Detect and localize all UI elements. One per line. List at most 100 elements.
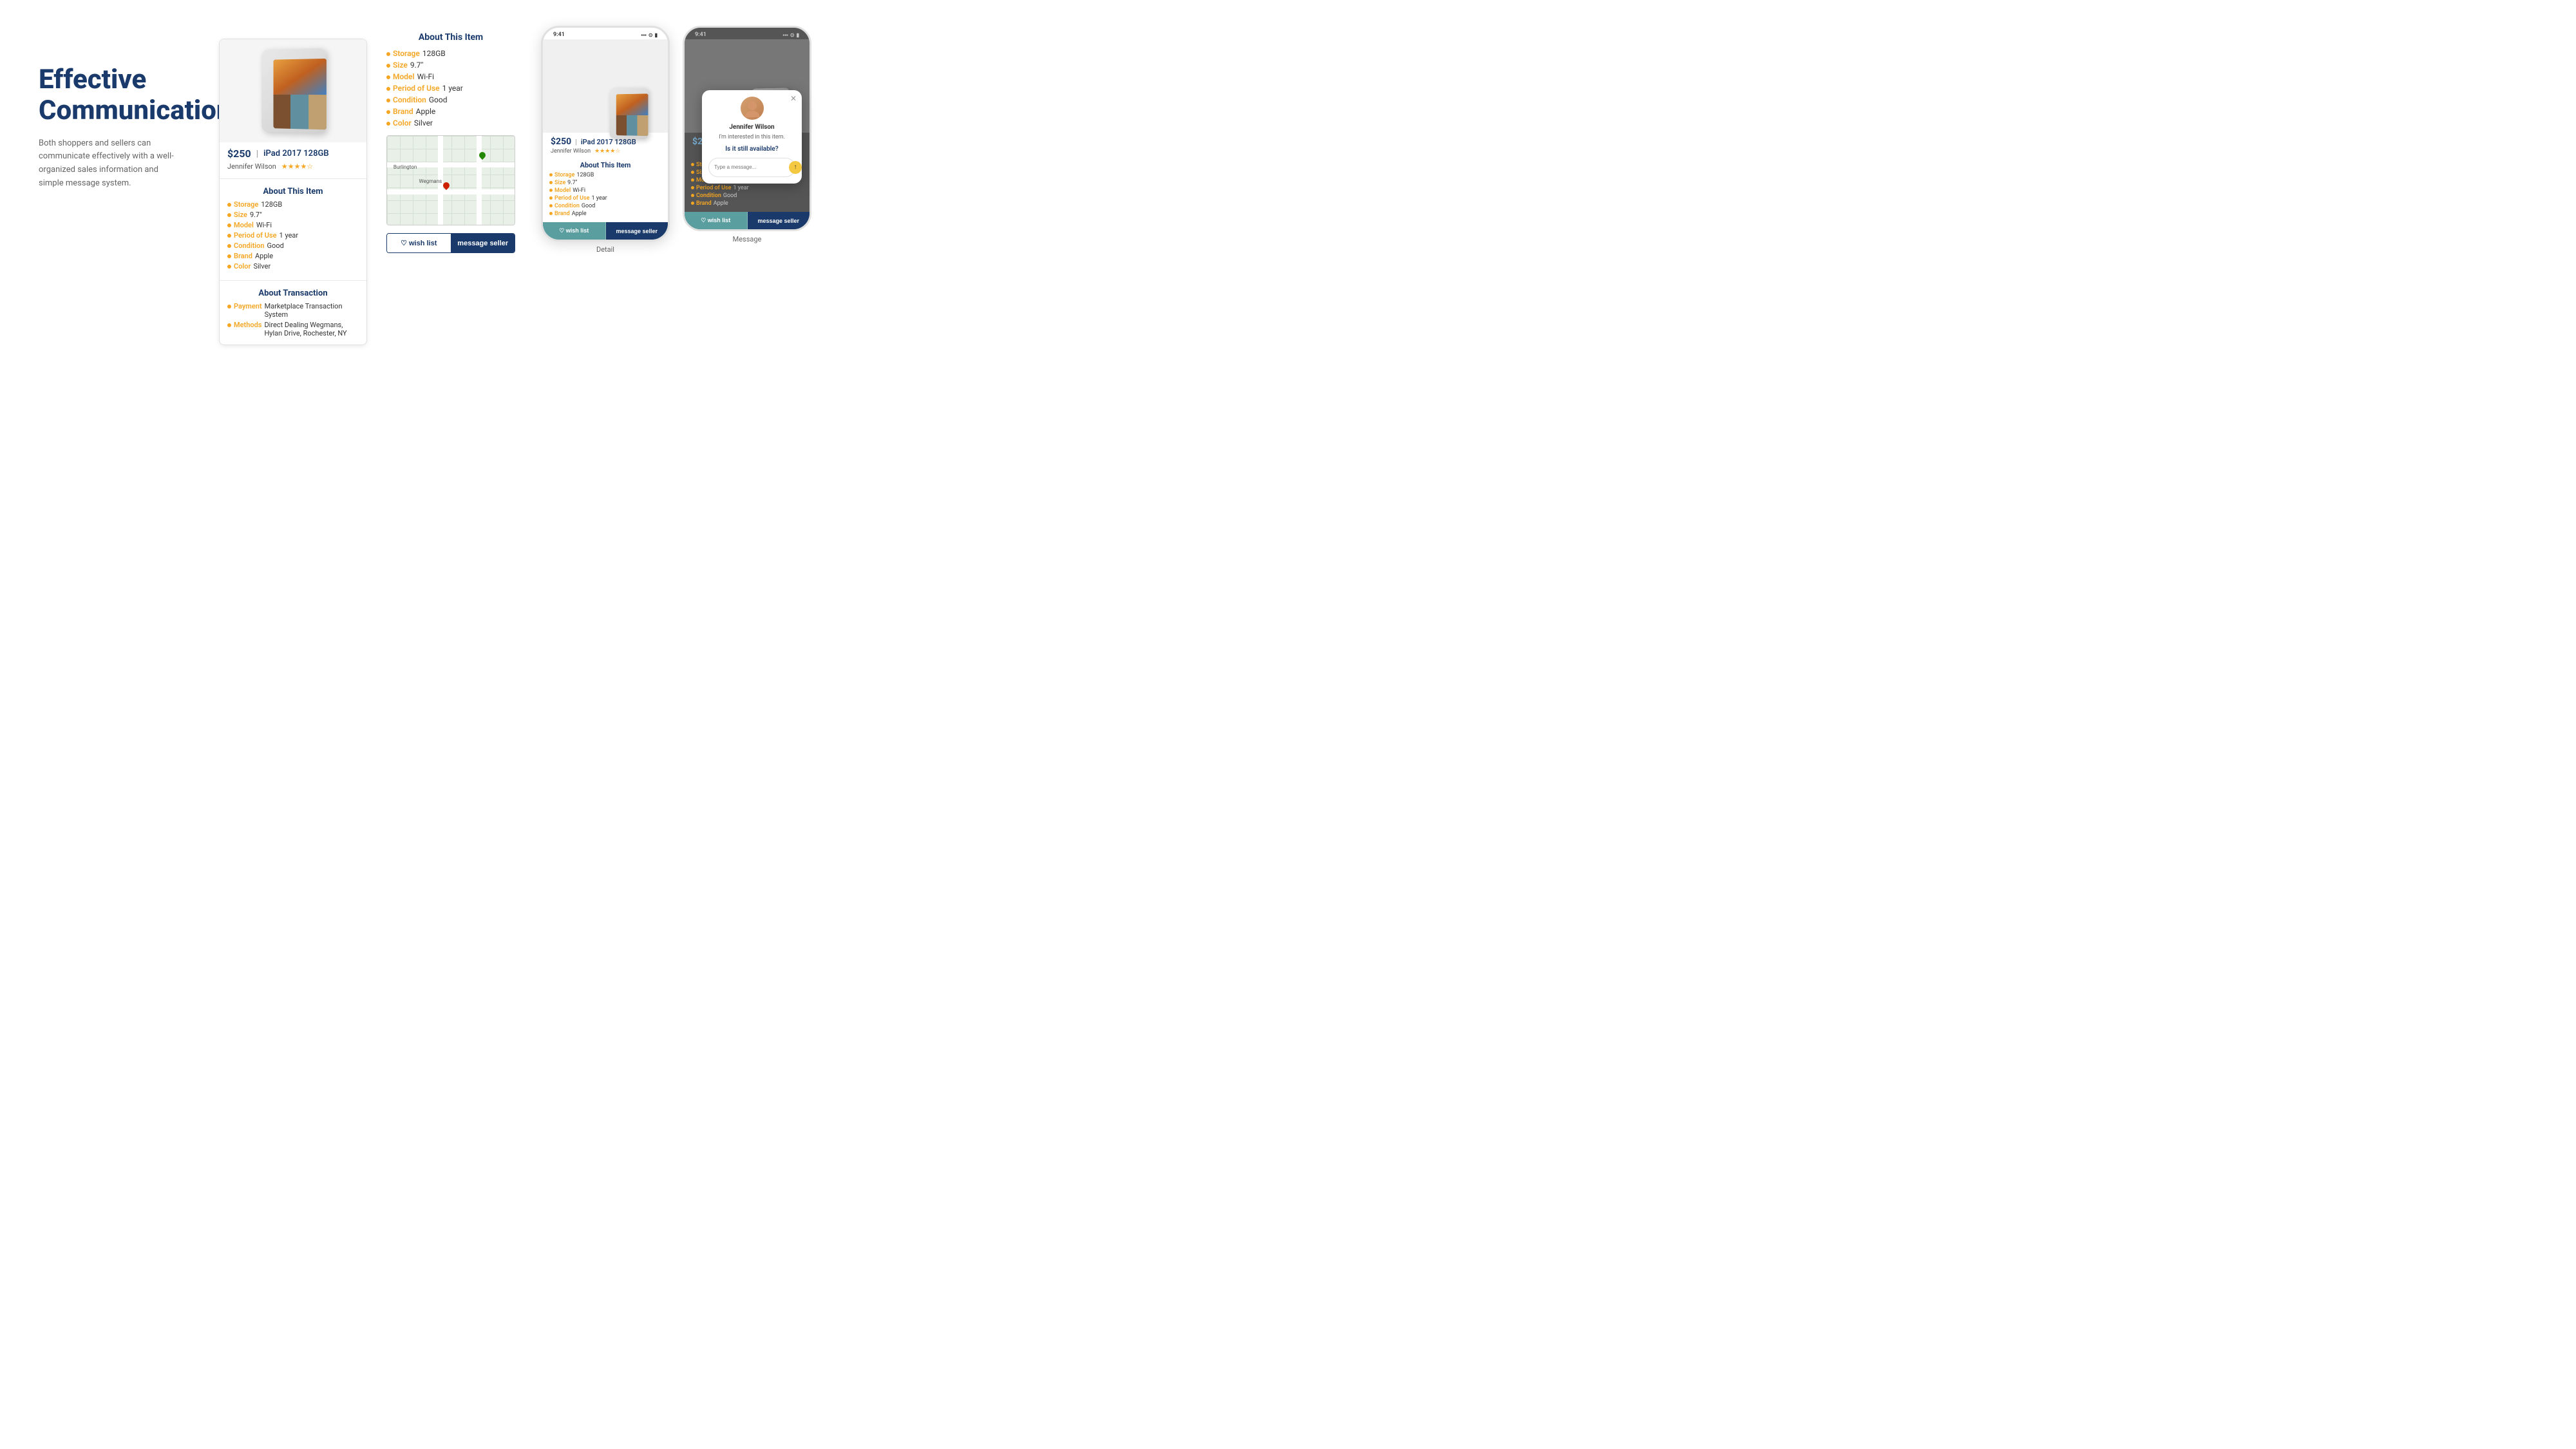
bullet	[549, 196, 553, 200]
ipad-body	[261, 48, 326, 134]
bullet	[386, 64, 390, 68]
bullet	[227, 203, 231, 207]
panel-val-size: 9.7"	[410, 61, 424, 70]
val: 1 year	[591, 195, 607, 202]
attr-key-payment: Payment	[234, 302, 262, 310]
phones-section: 9:41 ▪▪▪ ⊙ ▮	[541, 26, 811, 254]
phone-wishlist-button[interactable]: ♡ wish list	[543, 222, 606, 240]
phone-message-label: Message	[733, 235, 762, 243]
phone-stars: ★★★★☆	[594, 148, 620, 155]
panel-about-item-title: About This Item	[386, 32, 515, 43]
bullet	[691, 186, 694, 189]
thumb2	[627, 115, 638, 135]
val: 9.7"	[567, 180, 577, 186]
wishlist-button[interactable]: ♡ wish list	[387, 234, 451, 252]
bullet	[691, 163, 694, 166]
phone-detail-label: Detail	[596, 245, 614, 254]
transaction-attributes-list: Payment Marketplace Transaction System M…	[220, 302, 366, 345]
separator	[220, 178, 366, 179]
phone-attr-condition: Condition Good	[549, 203, 661, 209]
panel-attr-brand: Brand Apple	[386, 107, 515, 116]
bullet	[227, 223, 231, 227]
bullet	[227, 305, 231, 308]
key: Period of Use	[696, 185, 731, 191]
phone-price: $250	[551, 137, 571, 147]
panel-val-period: 1 year	[442, 84, 463, 93]
bullet	[227, 213, 231, 217]
msg-status-bar: 9:41 ▪▪▪ ⊙ ▮	[685, 28, 810, 39]
panel-key-condition: Condition	[393, 95, 426, 104]
popup-send-button[interactable]: ↑	[789, 161, 802, 174]
val: 1 year	[733, 185, 748, 191]
phones-row: 9:41 ▪▪▪ ⊙ ▮	[541, 26, 811, 254]
bullet	[386, 99, 390, 102]
attr-key-methods: Methods	[234, 321, 261, 329]
phone-product-image	[543, 39, 668, 133]
key: Size	[554, 180, 565, 186]
battery-icon: ▮	[655, 32, 658, 38]
msg-status-icons: ▪▪▪ ⊙ ▮	[782, 32, 799, 38]
attr-model: Model Wi-Fi	[227, 221, 359, 229]
val: Wi-Fi	[573, 187, 585, 194]
time: 9:41	[553, 32, 565, 38]
screen-thumb-3	[308, 95, 327, 129]
thumb3	[638, 115, 649, 136]
msg-wishlist-button[interactable]: ♡ wish list	[685, 212, 748, 229]
message-seller-button[interactable]: message seller	[451, 234, 515, 252]
phone-detail-mockup: 9:41 ▪▪▪ ⊙ ▮	[541, 26, 670, 242]
attr-val-model: Wi-Fi	[256, 221, 272, 229]
bullet	[227, 244, 231, 248]
bullet	[386, 87, 390, 91]
bullet	[386, 122, 390, 126]
bullet	[549, 181, 553, 184]
panel-attr-model: Model Wi-Fi	[386, 72, 515, 81]
message-popup: ✕ Jennifer Wilson I'm interested in this…	[702, 90, 802, 184]
attr-methods: Methods Direct Dealing Wegmans, Hylan Dr…	[227, 321, 359, 337]
key: Condition	[696, 193, 721, 199]
attr-val-storage: 128GB	[261, 200, 282, 209]
attr-val-methods: Direct Dealing Wegmans, Hylan Drive, Roc…	[264, 321, 359, 337]
bullet	[691, 202, 694, 205]
send-arrow-icon: ↑	[794, 164, 797, 171]
separator-2	[220, 280, 366, 281]
attr-storage: Storage 128GB	[227, 200, 359, 209]
bullet	[386, 75, 390, 79]
panel-attr-period: Period of Use 1 year	[386, 84, 515, 93]
attr-payment: Payment Marketplace Transaction System	[227, 302, 359, 319]
item-attributes-list: Storage 128GB Size 9.7" Model Wi-Fi Peri…	[220, 200, 366, 278]
msg-attr-period: Period of Use 1 year	[691, 185, 803, 191]
key: Storage	[554, 172, 574, 178]
panel-attr-storage: Storage 128GB	[386, 49, 515, 58]
key: Condition	[554, 203, 580, 209]
phone-attr-size: Size 9.7"	[549, 180, 661, 186]
headline: Effective Communication	[39, 64, 180, 127]
popup-message-text: I'm interested in this item.	[708, 133, 795, 142]
seller-row: Jennifer Wilson ★★★★☆	[220, 162, 366, 176]
screen-bottom	[274, 95, 327, 129]
price: $250	[227, 147, 251, 160]
screen-thumb-1	[274, 95, 291, 129]
attr-color: Color Silver	[227, 262, 359, 270]
msg-message-button[interactable]: message seller	[748, 212, 810, 229]
phone-attr-period: Period of Use 1 year	[549, 195, 661, 202]
popup-close-button[interactable]: ✕	[790, 94, 797, 103]
action-buttons: ♡ wish list message seller	[386, 233, 515, 253]
status-bar: 9:41 ▪▪▪ ⊙ ▮	[543, 28, 668, 39]
popup-message-input[interactable]	[714, 164, 785, 170]
map-label-1: Burlington	[393, 164, 417, 170]
panel-key-model: Model	[393, 72, 415, 81]
phone-ipad-body	[610, 88, 649, 139]
map-road-h2	[387, 189, 515, 194]
subtext: Both shoppers and sellers can communicat…	[39, 137, 180, 191]
user-avatar-icon	[743, 99, 761, 117]
ipad-screen	[274, 59, 327, 129]
bullet	[549, 173, 553, 176]
msg-attr-condition: Condition Good	[691, 193, 803, 199]
phone-message-button[interactable]: message seller	[606, 222, 668, 240]
screen-top	[616, 93, 649, 115]
attr-size: Size 9.7"	[227, 211, 359, 219]
bullet	[386, 52, 390, 56]
phone-ipad-screen	[616, 93, 649, 136]
panel-val-color: Silver	[414, 118, 433, 128]
phone-action-row: ♡ wish list message seller	[543, 222, 668, 240]
